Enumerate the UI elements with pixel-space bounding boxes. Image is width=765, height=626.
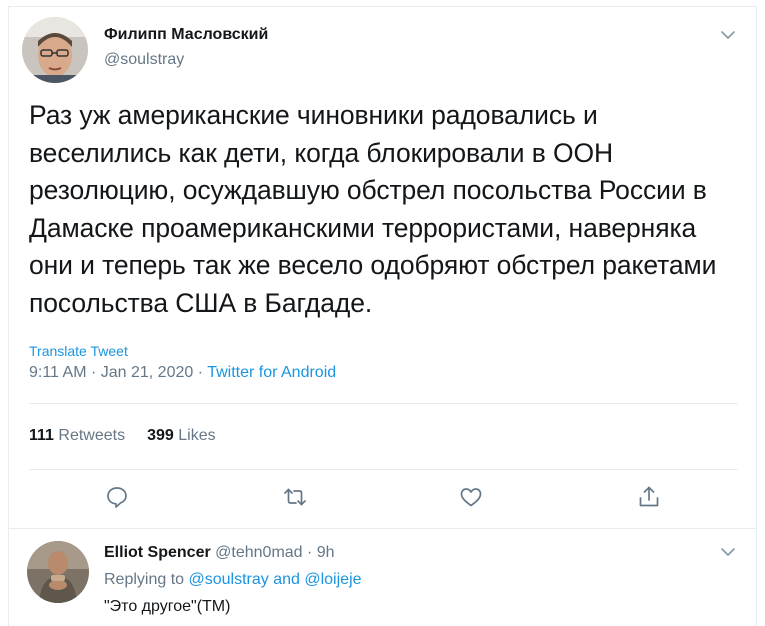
mention-link[interactable]: @soulstray — [189, 571, 269, 588]
reply-icon[interactable] — [104, 484, 130, 510]
likes-stat[interactable]: 399 Likes — [147, 427, 216, 444]
meta-separator: · — [193, 364, 208, 381]
tweet-text: Раз уж американские чиновники радовались… — [29, 100, 717, 318]
author-name[interactable]: Филипп Масловский — [104, 26, 268, 44]
translate-tweet-link[interactable]: Translate Tweet — [29, 343, 128, 359]
reply-author-avatar[interactable] — [27, 541, 89, 603]
tweet-date[interactable]: Jan 21, 2020 — [101, 364, 194, 381]
meta-separator: · — [86, 364, 101, 381]
share-icon[interactable] — [636, 484, 662, 510]
reply-header: Elliot Spencer @tehn0mad · 9h — [104, 544, 335, 562]
likes-count: 399 — [147, 427, 174, 444]
retweets-stat[interactable]: 111 Retweets — [29, 427, 125, 444]
replying-to: Replying to @soulstray and @loijeje — [104, 571, 362, 589]
chevron-down-icon[interactable] — [719, 543, 737, 561]
author-handle[interactable]: @soulstray — [104, 51, 184, 69]
replying-prefix: Replying to — [104, 571, 189, 588]
retweets-count: 111 — [29, 427, 54, 444]
reply-author-handle[interactable]: @tehn0mad — [215, 544, 302, 561]
mention-joiner: and — [268, 571, 305, 588]
tweet-stats: 111 Retweets 399 Likes — [29, 427, 216, 445]
divider — [29, 469, 738, 470]
tweet-meta: 9:11 AM · Jan 21, 2020 · Twitter for And… — [29, 364, 336, 382]
mention-link[interactable]: @loijeje — [304, 571, 361, 588]
reply-text: "Это другое"(TM) — [104, 598, 231, 615]
reply-separator: · — [302, 544, 317, 561]
likes-label: Likes — [178, 427, 216, 444]
chevron-down-icon[interactable] — [719, 26, 737, 44]
reply-age[interactable]: 9h — [317, 544, 335, 561]
divider — [8, 528, 757, 529]
reply-author-name[interactable]: Elliot Spencer — [104, 544, 211, 561]
retweets-label: Retweets — [58, 427, 126, 444]
retweet-icon[interactable] — [282, 484, 308, 510]
divider — [29, 403, 738, 404]
tweet-source[interactable]: Twitter for Android — [207, 364, 336, 381]
author-avatar[interactable] — [22, 17, 88, 83]
like-icon[interactable] — [458, 484, 484, 510]
tweet-time[interactable]: 9:11 AM — [29, 364, 87, 381]
